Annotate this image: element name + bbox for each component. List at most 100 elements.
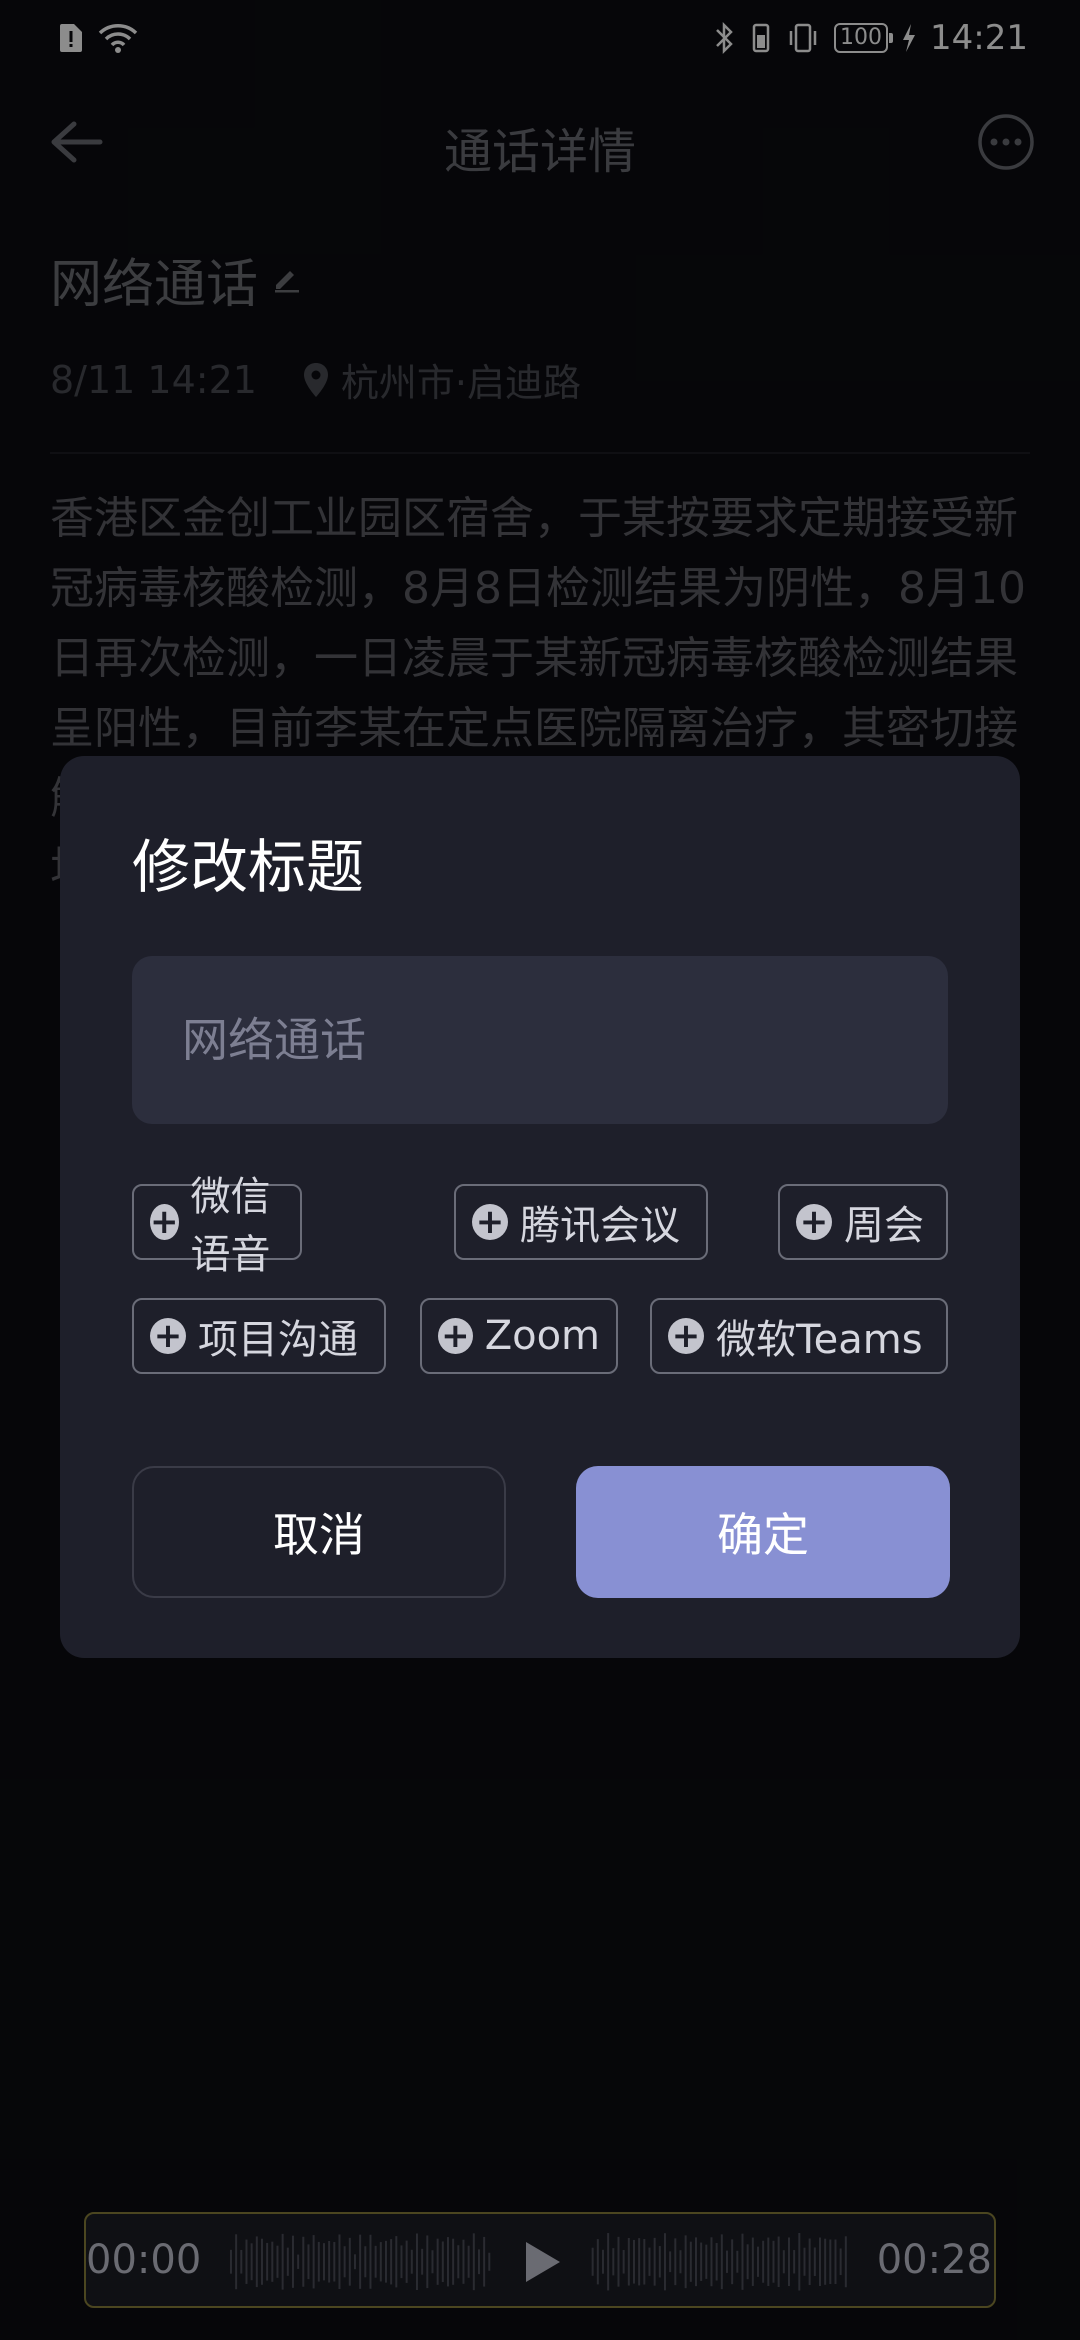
waveform-bar	[762, 2240, 765, 2283]
waveform-bar	[824, 2238, 827, 2285]
waveform-bar	[348, 2237, 351, 2286]
waveform-bar	[653, 2237, 656, 2286]
waveform-bar	[663, 2233, 666, 2291]
waveform-bar	[793, 2250, 796, 2274]
waveform-bar	[772, 2240, 775, 2283]
tag-chip-zoom[interactable]: + Zoom	[420, 1298, 618, 1374]
waveform-bar	[229, 2249, 232, 2274]
waveform-bar	[421, 2248, 424, 2275]
waveform-bar	[405, 2240, 408, 2283]
play-icon	[526, 2242, 560, 2282]
waveform-bar	[431, 2250, 434, 2274]
waveform-bar	[255, 2236, 258, 2288]
cancel-button[interactable]: 取消	[132, 1466, 506, 1598]
chip-label: 项目沟通	[198, 1317, 358, 1363]
waveform-bar	[736, 2250, 739, 2273]
waveform-bar	[741, 2233, 744, 2290]
waveform-bar	[374, 2245, 377, 2278]
waveform-bar	[369, 2234, 372, 2289]
waveform-bar	[720, 2234, 723, 2290]
waveform-bar	[322, 2243, 325, 2281]
waveform-bar	[410, 2249, 413, 2274]
tag-chip-wechat-voice[interactable]: + 微信语音	[132, 1174, 302, 1278]
waveform-bar	[271, 2241, 274, 2282]
audio-player: 00:00 00:28	[84, 2212, 996, 2308]
waveform-bar	[751, 2237, 754, 2286]
waveform-bar	[658, 2246, 661, 2278]
tag-chip-weekly-meeting[interactable]: + 周会	[778, 1184, 948, 1260]
confirm-button[interactable]: 确定	[576, 1466, 950, 1598]
plus-icon: +	[438, 1318, 473, 1354]
waveform-bar	[452, 2238, 455, 2285]
waveform-bar	[808, 2238, 811, 2286]
waveform-bar	[477, 2249, 480, 2275]
waveform-bar	[328, 2240, 331, 2283]
waveform-bar	[266, 2242, 269, 2281]
waveform-bar	[446, 2237, 449, 2287]
tag-chip-ms-teams[interactable]: + 微软Teams	[650, 1298, 948, 1374]
waveform-bar	[384, 2240, 387, 2283]
play-button[interactable]	[516, 2236, 568, 2288]
title-input[interactable]	[132, 956, 948, 1124]
tag-chip-tencent-meeting[interactable]: + 腾讯会议	[454, 1184, 708, 1260]
waveform-bar	[694, 2237, 697, 2287]
waveform-bar	[648, 2247, 651, 2276]
waveform-bar	[689, 2241, 692, 2282]
current-time: 00:00	[86, 2237, 202, 2283]
waveform-bar	[426, 2235, 429, 2289]
plus-icon: +	[796, 1204, 832, 1240]
waveform-bar	[457, 2245, 460, 2279]
waveform-bar	[260, 2238, 263, 2285]
waveform-bar	[488, 2252, 491, 2271]
rename-dialog: 修改标题 + 微信语音 + 腾讯会议 + 周会 + 项目沟通 + Zoom + …	[60, 756, 1020, 1658]
waveform-bar	[467, 2245, 470, 2278]
waveform-bar	[731, 2239, 734, 2285]
waveform-bar	[483, 2236, 486, 2287]
waveform-bar	[596, 2239, 599, 2285]
waveform-bar	[756, 2246, 759, 2277]
chip-label: 周会	[844, 1203, 924, 1249]
dialog-title: 修改标题	[132, 833, 365, 901]
waveform-bar	[844, 2236, 847, 2288]
chip-label: 微软Teams	[716, 1317, 923, 1363]
waveform-bar	[333, 2241, 336, 2282]
waveform-bar	[312, 2235, 315, 2289]
tag-chip-project-communication[interactable]: + 项目沟通	[132, 1298, 386, 1374]
waveform-bar	[364, 2246, 367, 2278]
waveform-bar	[782, 2250, 785, 2274]
waveform-bar	[617, 2236, 620, 2287]
waveform-bar	[359, 2234, 362, 2289]
plus-icon: +	[150, 1202, 179, 1242]
waveform-bar	[777, 2236, 780, 2287]
waveform-bar	[472, 2233, 475, 2291]
waveform-bar	[669, 2251, 672, 2273]
waveform-bar	[286, 2247, 289, 2276]
plus-icon: +	[472, 1204, 508, 1240]
waveform-bar	[834, 2239, 837, 2284]
waveform-bar	[798, 2232, 801, 2291]
plus-icon: +	[668, 1318, 704, 1354]
waveform-bar	[400, 2245, 403, 2279]
waveform-bar	[715, 2243, 718, 2281]
waveform-bar	[725, 2250, 728, 2273]
waveform-bar	[632, 2239, 635, 2284]
chip-label: Zoom	[484, 1313, 600, 1359]
waveform-bar	[353, 2254, 356, 2270]
waveform-bar	[612, 2248, 615, 2276]
waveform-bar	[235, 2234, 238, 2290]
waveform-bar	[700, 2242, 703, 2281]
waveform-bar	[343, 2246, 346, 2278]
waveform-bar	[607, 2233, 610, 2291]
waveform-bar	[240, 2249, 243, 2274]
waveform-bar	[281, 2233, 284, 2290]
waveform-bar	[338, 2234, 341, 2290]
waveform-bar	[684, 2235, 687, 2289]
waveform-bar	[390, 2239, 393, 2285]
waveform-bar	[818, 2237, 821, 2286]
waveform-bar	[829, 2239, 832, 2285]
waveform-bar	[643, 2238, 646, 2285]
waveform-bar	[839, 2248, 842, 2276]
waveform-bar	[291, 2235, 294, 2288]
waveform-bar	[622, 2249, 625, 2274]
waveform-bar	[803, 2247, 806, 2276]
